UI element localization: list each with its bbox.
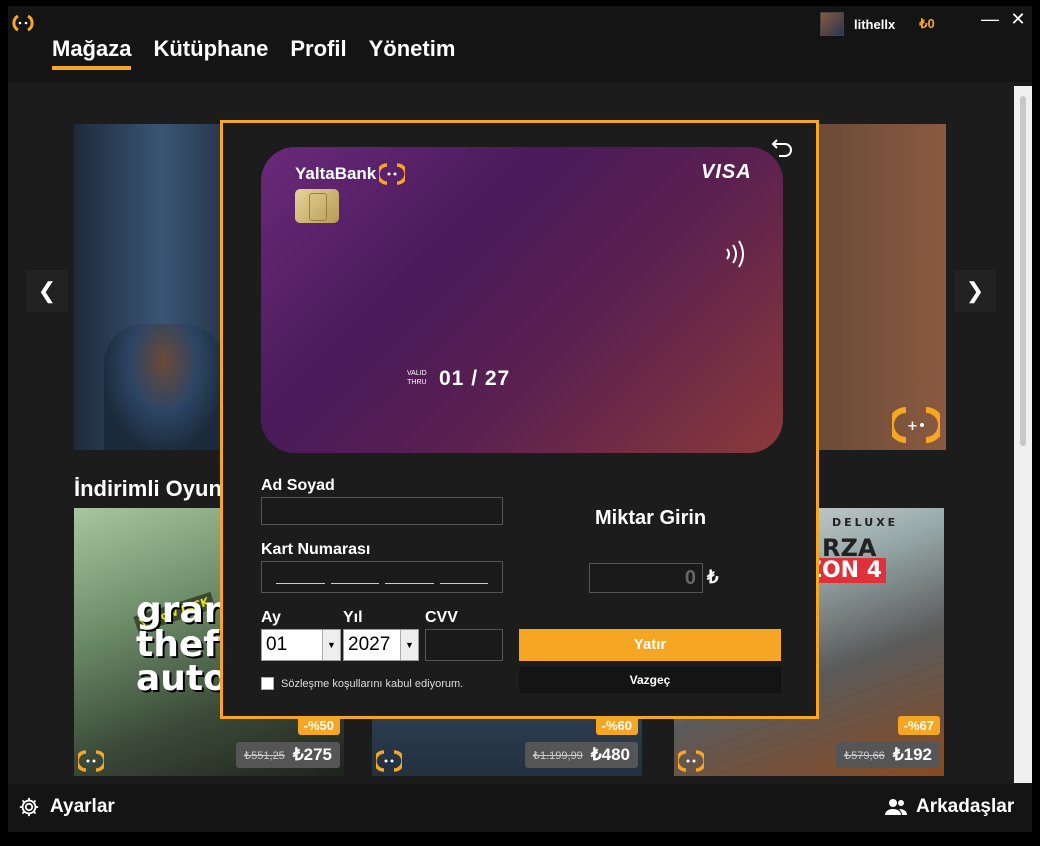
name-label: Ad Soyad xyxy=(261,477,335,494)
card-number-segment xyxy=(439,570,488,584)
currency-symbol: ₺ xyxy=(707,567,719,587)
cvv-input[interactable] xyxy=(425,629,503,661)
card-chip-icon xyxy=(295,189,339,223)
thru-label-line: THRU xyxy=(407,379,427,386)
card-number-segment xyxy=(385,570,434,584)
terms-label: Sözleşme koşullarını kabul ediyorum. xyxy=(281,678,464,690)
visa-logo: VISA xyxy=(701,161,752,183)
month-label: Ay xyxy=(261,609,281,626)
chevron-down-icon: ▼ xyxy=(400,630,418,660)
card-expiry: 01 / 27 xyxy=(439,367,511,390)
bank-name: YaltaBank xyxy=(295,163,406,185)
card-number-label: Kart Numarası xyxy=(261,541,371,558)
valid-thru-label: VALID THRU xyxy=(407,369,427,387)
chevron-down-icon: ▼ xyxy=(322,630,340,660)
deposit-button[interactable]: Yatır xyxy=(519,629,781,661)
modal-overlay: YaltaBank VISA VALID THRU 01 / 27 Ad Soy… xyxy=(0,0,1040,846)
cvv-label: CVV xyxy=(425,609,458,626)
undo-icon[interactable] xyxy=(771,135,795,159)
cancel-button[interactable]: Vazgeç xyxy=(519,667,781,693)
bank-name-text: YaltaBank xyxy=(295,164,377,183)
payment-modal: YaltaBank VISA VALID THRU 01 / 27 Ad Soy… xyxy=(220,120,819,719)
year-value: 2027 xyxy=(348,634,391,655)
year-select[interactable]: 2027 ▼ xyxy=(343,629,419,661)
card-number-segment xyxy=(276,570,325,584)
month-value: 01 xyxy=(266,634,288,655)
month-select[interactable]: 01 ▼ xyxy=(261,629,341,661)
card-number-segment xyxy=(330,570,379,584)
card-number-input[interactable] xyxy=(261,561,503,593)
bank-logo-icon xyxy=(379,163,406,185)
terms-checkbox[interactable] xyxy=(261,677,274,690)
name-input[interactable] xyxy=(261,497,503,525)
valid-label-line: VALID xyxy=(407,370,427,377)
amount-input[interactable]: 0 xyxy=(589,563,703,593)
year-label: Yıl xyxy=(343,609,363,626)
amount-title: Miktar Girin xyxy=(595,507,707,529)
credit-card-preview: YaltaBank VISA VALID THRU 01 / 27 xyxy=(261,147,783,453)
contactless-icon xyxy=(726,240,744,268)
